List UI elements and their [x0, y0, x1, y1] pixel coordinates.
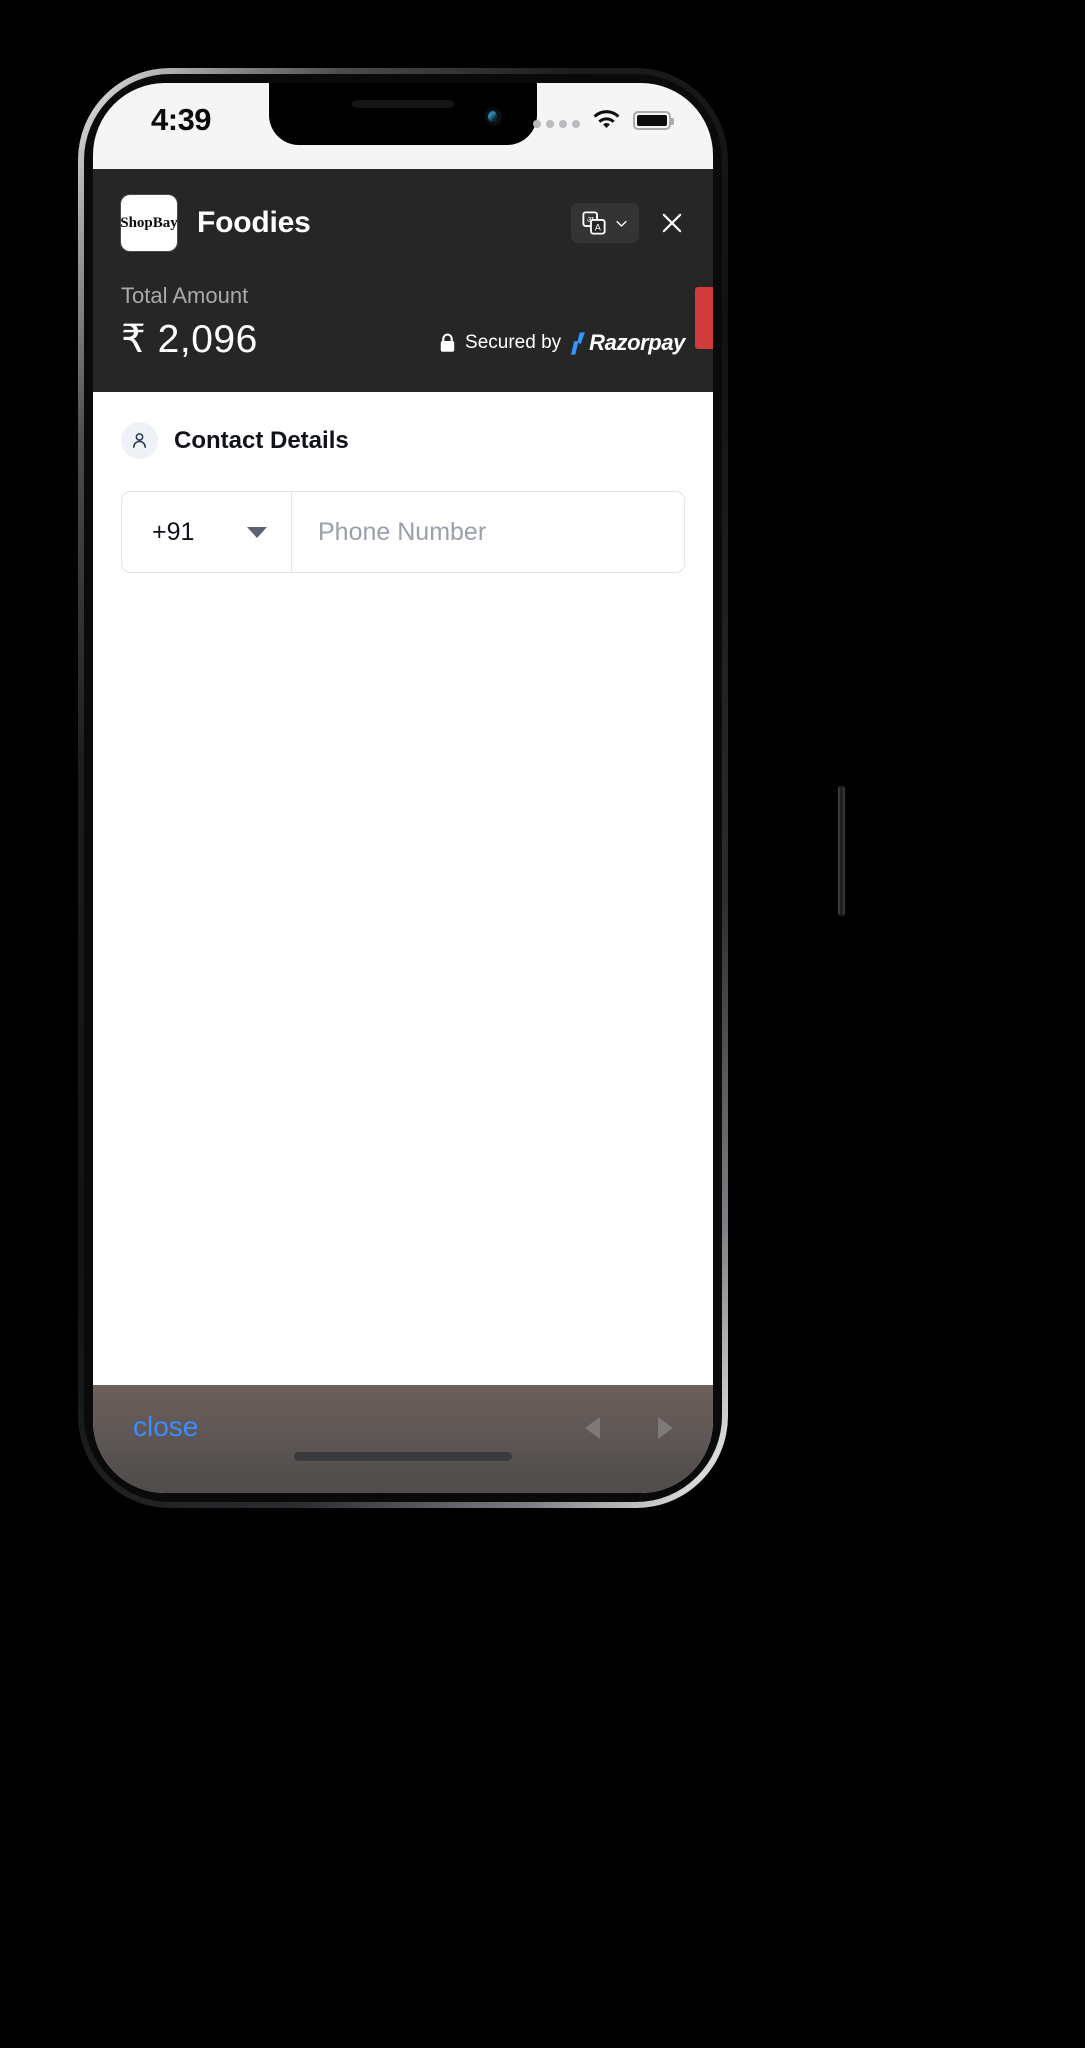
- home-indicator[interactable]: [294, 1452, 512, 1461]
- phone-number-input[interactable]: [292, 492, 684, 572]
- forward-arrow-icon[interactable]: [658, 1417, 673, 1439]
- chevron-down-icon: [616, 220, 627, 227]
- merchant-name: Foodies: [197, 206, 311, 239]
- currency-symbol: ₹: [121, 318, 147, 361]
- browser-bottom-bar: close: [93, 1385, 713, 1493]
- secured-text: Secured by: [465, 332, 562, 353]
- razorpay-checkout-sheet: ShopBay Foodies अ A Total Amount ₹ 2,096…: [93, 169, 713, 1493]
- contact-details-header: Contact Details: [121, 422, 685, 459]
- browser-nav-arrows: [585, 1417, 673, 1439]
- header-actions: अ A: [571, 203, 685, 243]
- side-accent-tab: [695, 287, 713, 349]
- merchant-logo: ShopBay: [120, 195, 178, 251]
- country-code-value: +91: [152, 517, 195, 546]
- svg-text:A: A: [595, 222, 602, 232]
- language-selector-button[interactable]: अ A: [571, 203, 639, 243]
- back-arrow-icon[interactable]: [585, 1417, 600, 1439]
- translate-icon: अ A: [582, 211, 606, 235]
- caret-down-icon: [247, 526, 267, 538]
- ios-status-bar: 4:39: [93, 83, 713, 169]
- phone-frame: 4:39 ShopBay Foodies अ A Total Amount ₹ …: [78, 68, 845, 1508]
- checkout-header: ShopBay Foodies अ A Total Amount ₹ 2,096…: [93, 169, 713, 392]
- razorpay-logo: Razorpay: [570, 330, 685, 356]
- device-notch: [269, 83, 537, 145]
- power-button[interactable]: [838, 786, 845, 916]
- amount-row: ₹ 2,096 Secured by Razorpay: [121, 317, 685, 362]
- header-top-row: ShopBay Foodies अ A: [120, 195, 685, 251]
- signal-dots-icon: [533, 120, 580, 128]
- amount-number: 2,096: [157, 318, 258, 361]
- battery-full-icon: [633, 110, 674, 130]
- person-icon: [121, 422, 158, 459]
- phone-field-row: +91: [121, 491, 685, 573]
- close-link[interactable]: close: [133, 1411, 198, 1443]
- phone-screen: 4:39 ShopBay Foodies अ A Total Amount ₹ …: [93, 83, 713, 1493]
- screenshot-root: 4:39 ShopBay Foodies अ A Total Amount ₹ …: [0, 0, 1085, 2048]
- front-camera-icon: [484, 107, 503, 126]
- lock-icon: [440, 333, 455, 352]
- razorpay-wordmark: Razorpay: [589, 330, 685, 355]
- total-amount-value: ₹ 2,096: [121, 317, 258, 362]
- earpiece-speaker: [352, 100, 454, 108]
- secured-by-razorpay: Secured by Razorpay: [439, 330, 685, 362]
- country-code-select[interactable]: +91: [122, 492, 292, 572]
- status-time: 4:39: [151, 102, 212, 137]
- status-indicators: [533, 109, 674, 131]
- wifi-icon: [593, 110, 620, 128]
- total-amount-label: Total Amount: [121, 283, 249, 308]
- checkout-body: Contact Details +91: [93, 392, 713, 573]
- contact-details-title: Contact Details: [174, 426, 349, 454]
- razorpay-mark-icon: [571, 331, 586, 355]
- close-icon[interactable]: [659, 210, 685, 236]
